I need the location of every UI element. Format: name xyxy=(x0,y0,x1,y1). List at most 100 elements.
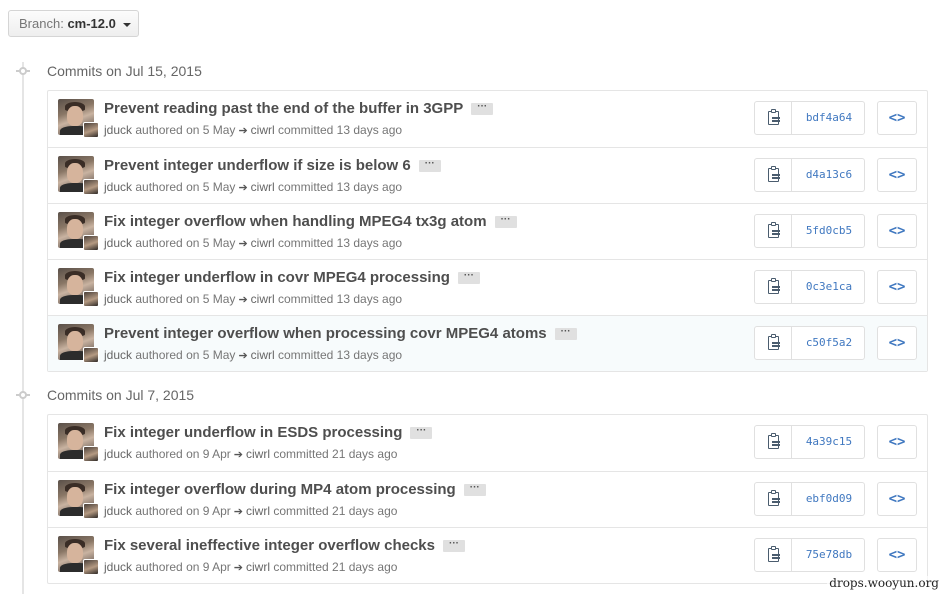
committer-link[interactable]: ciwrl xyxy=(251,123,275,137)
clipboard-icon[interactable] xyxy=(755,426,792,458)
commit-message-link[interactable]: Fix several ineffective integer overflow… xyxy=(104,537,435,554)
watermark: drops.wooyun.org xyxy=(827,576,941,590)
commit-message-link[interactable]: Fix integer underflow in ESDS processing xyxy=(104,424,402,441)
committer-avatar[interactable] xyxy=(83,347,99,363)
clipboard-icon[interactable] xyxy=(755,539,792,571)
committer-link[interactable]: ciwrl xyxy=(251,292,275,306)
expand-message-button[interactable]: ··· xyxy=(494,215,517,229)
committer-avatar[interactable] xyxy=(83,179,99,195)
commit-message-link[interactable]: Prevent integer underflow if size is bel… xyxy=(104,157,411,174)
committer-link[interactable]: ciwrl xyxy=(246,504,270,518)
clipboard-icon[interactable] xyxy=(755,159,792,191)
clipboard-icon[interactable] xyxy=(755,327,792,359)
browse-code-button[interactable]: <> xyxy=(877,482,917,516)
code-icon: <> xyxy=(888,223,906,239)
sha-button-group: c50f5a2 xyxy=(754,326,865,360)
authored-text: authored on 5 May xyxy=(135,180,236,194)
committer-link[interactable]: ciwrl xyxy=(246,447,270,461)
clipboard-icon[interactable] xyxy=(755,102,792,134)
arrow-right-icon: ➔ xyxy=(233,506,243,518)
expand-message-button[interactable]: ··· xyxy=(463,483,486,497)
committer-link[interactable]: ciwrl xyxy=(251,348,275,362)
commit-message-row: Fix integer overflow when handling MPEG4… xyxy=(104,212,517,232)
commit-sha-link[interactable]: ebf0d09 xyxy=(793,483,865,515)
commit-meta: jduck authored on 5 May ➔ ciwrl committed … xyxy=(104,291,402,308)
browse-code-button[interactable]: <> xyxy=(877,425,917,459)
sha-button-group: d4a13c6 xyxy=(754,158,865,192)
commit-row: Prevent integer underflow if size is bel… xyxy=(48,147,927,203)
expand-message-button[interactable]: ··· xyxy=(442,539,465,553)
branch-select-button[interactable]: Branch: cm-12.0 xyxy=(8,10,139,37)
expand-message-button[interactable]: ··· xyxy=(457,271,480,285)
browse-code-button[interactable]: <> xyxy=(877,214,917,248)
arrow-right-icon: ➔ xyxy=(238,238,248,250)
commit-group-title: Commits on Jul 15, 2015 xyxy=(47,63,202,79)
sha-button-group: 4a39c15 xyxy=(754,425,865,459)
commit-group-title: Commits on Jul 7, 2015 xyxy=(47,387,195,403)
commit-meta: jduck authored on 5 May ➔ ciwrl committed … xyxy=(104,122,402,139)
commit-sha-link[interactable]: 4a39c15 xyxy=(793,426,865,458)
timeline-line xyxy=(22,62,24,594)
authored-text: authored on 9 Apr xyxy=(135,447,231,461)
sha-button-group: 75e78db xyxy=(754,538,865,572)
commit-message-row: Prevent integer underflow if size is bel… xyxy=(104,156,441,176)
committer-link[interactable]: ciwrl xyxy=(251,180,275,194)
committed-text: committed 13 days ago xyxy=(278,180,403,194)
author-link[interactable]: jduck xyxy=(104,123,132,137)
commit-sha-link[interactable]: d4a13c6 xyxy=(793,159,865,191)
commit-list: Prevent reading past the end of the buff… xyxy=(47,90,928,372)
author-link[interactable]: jduck xyxy=(104,180,132,194)
commit-row: Prevent reading past the end of the buff… xyxy=(48,91,927,147)
commit-sha-link[interactable]: c50f5a2 xyxy=(793,327,865,359)
expand-message-button[interactable]: ··· xyxy=(410,426,433,440)
commit-message-link[interactable]: Fix integer overflow during MP4 atom pro… xyxy=(104,481,456,498)
commit-sha-link[interactable]: bdf4a64 xyxy=(793,102,865,134)
clipboard-icon[interactable] xyxy=(755,215,792,247)
committer-avatar[interactable] xyxy=(83,503,99,519)
committer-avatar[interactable] xyxy=(83,291,99,307)
committer-avatar[interactable] xyxy=(83,235,99,251)
clipboard-icon[interactable] xyxy=(755,271,792,303)
commit-message-row: Prevent reading past the end of the buff… xyxy=(104,99,494,119)
commit-row: Fix integer underflow in covr MPEG4 proc… xyxy=(48,259,927,315)
committer-avatar[interactable] xyxy=(83,122,99,138)
browse-code-button[interactable]: <> xyxy=(877,538,917,572)
commit-row: Fix integer overflow during MP4 atom pro… xyxy=(48,471,927,527)
committer-avatar[interactable] xyxy=(83,559,99,575)
commit-meta: jduck authored on 5 May ➔ ciwrl committed … xyxy=(104,235,402,252)
authored-text: authored on 5 May xyxy=(135,123,236,137)
commit-row: Prevent integer overflow when processing… xyxy=(48,315,927,371)
caret-down-icon xyxy=(123,22,132,27)
authored-text: authored on 5 May xyxy=(135,348,236,362)
committer-link[interactable]: ciwrl xyxy=(246,560,270,574)
commit-message-link[interactable]: Fix integer overflow when handling MPEG4… xyxy=(104,213,487,230)
browse-code-button[interactable]: <> xyxy=(877,270,917,304)
committed-text: committed 21 days ago xyxy=(273,560,398,574)
commit-sha-link[interactable]: 0c3e1ca xyxy=(793,271,865,303)
committer-avatar[interactable] xyxy=(83,446,99,462)
expand-message-button[interactable]: ··· xyxy=(471,102,494,116)
committed-text: committed 13 days ago xyxy=(278,292,403,306)
browse-code-button[interactable]: <> xyxy=(877,158,917,192)
commit-message-row: Fix integer underflow in covr MPEG4 proc… xyxy=(104,268,480,288)
author-link[interactable]: jduck xyxy=(104,348,132,362)
commit-sha-link[interactable]: 75e78db xyxy=(793,539,865,571)
commit-message-link[interactable]: Prevent reading past the end of the buff… xyxy=(104,100,463,117)
clipboard-icon[interactable] xyxy=(755,483,792,515)
browse-code-button[interactable]: <> xyxy=(877,101,917,135)
commit-message-link[interactable]: Fix integer underflow in covr MPEG4 proc… xyxy=(104,269,450,286)
commit-meta: jduck authored on 9 Apr ➔ ciwrl committed … xyxy=(104,559,397,576)
author-link[interactable]: jduck xyxy=(104,292,132,306)
committed-text: committed 13 days ago xyxy=(278,123,403,137)
author-link[interactable]: jduck xyxy=(104,560,132,574)
author-link[interactable]: jduck xyxy=(104,236,132,250)
committer-link[interactable]: ciwrl xyxy=(251,236,275,250)
browse-code-button[interactable]: <> xyxy=(877,326,917,360)
expand-message-button[interactable]: ··· xyxy=(554,327,577,341)
author-link[interactable]: jduck xyxy=(104,504,132,518)
commit-message-link[interactable]: Prevent integer overflow when processing… xyxy=(104,325,547,342)
author-link[interactable]: jduck xyxy=(104,447,132,461)
commit-sha-link[interactable]: 5fd0cb5 xyxy=(793,215,865,247)
commit-message-row: Fix integer overflow during MP4 atom pro… xyxy=(104,480,486,500)
expand-message-button[interactable]: ··· xyxy=(418,159,441,173)
